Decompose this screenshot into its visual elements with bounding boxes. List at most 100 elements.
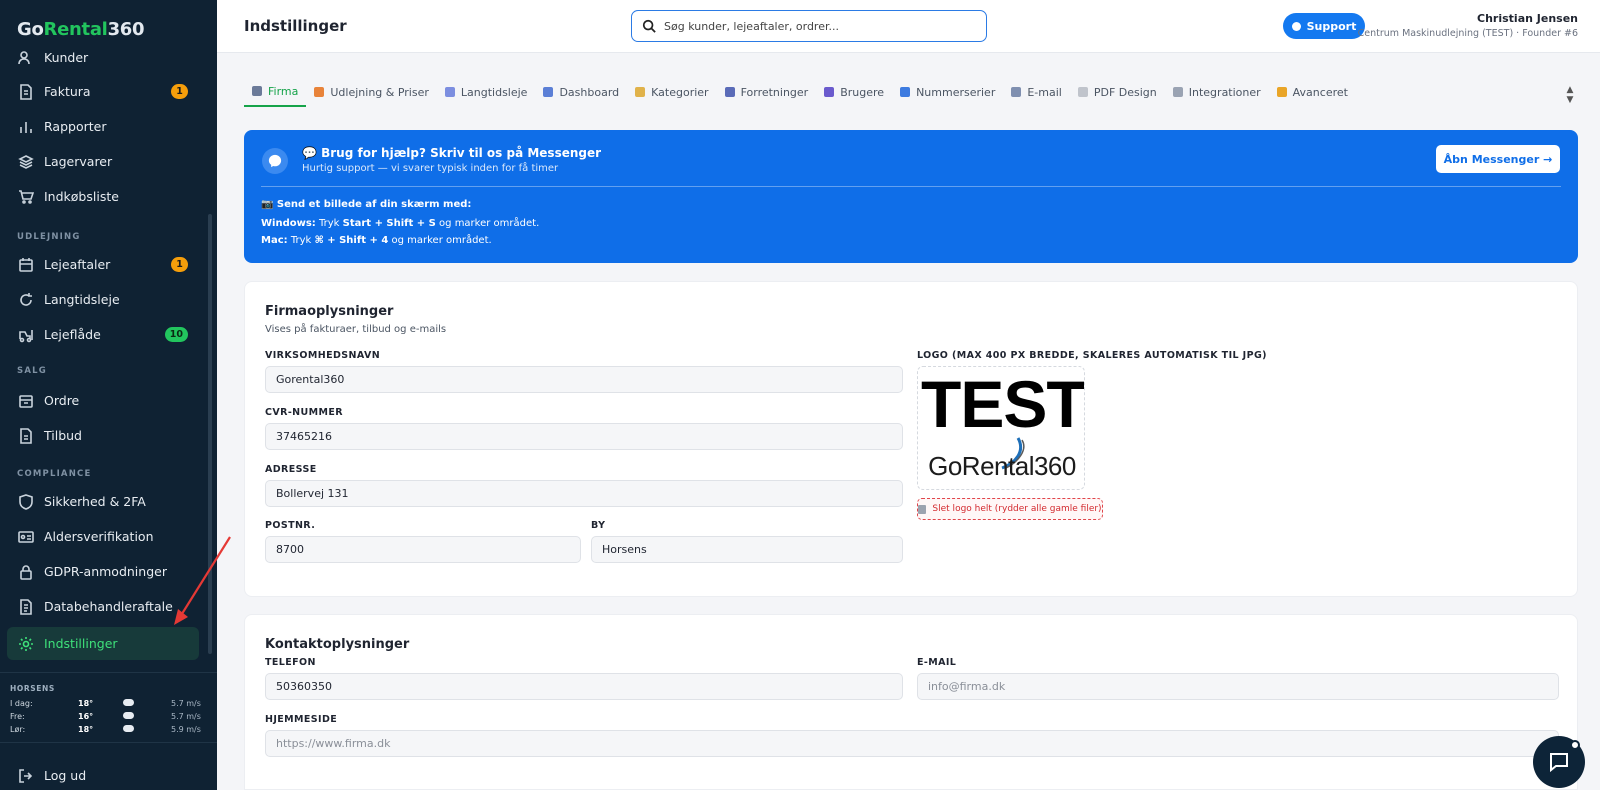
tab-label: E-mail [1027, 85, 1062, 99]
id-card-icon [18, 529, 34, 545]
address-field[interactable]: Bollervej 131 [265, 480, 903, 507]
sidebar-item-tilbud[interactable]: Tilbud [7, 419, 199, 452]
phone-field[interactable]: 50360350 [265, 673, 903, 700]
phone-label: TELEFON [265, 657, 316, 668]
section-udlejning: UDLEJNING [17, 232, 81, 242]
tab-label: Dashboard [559, 85, 620, 99]
sidebar-item-indstillinger[interactable]: Indstillinger [7, 627, 199, 660]
sidebar-item-label: Databehandleraftale [44, 599, 173, 614]
zip-field[interactable]: 8700 [265, 536, 581, 563]
website-label: HJEMMESIDE [265, 714, 338, 725]
sidebar-item-label: Lejeflåde [44, 327, 101, 342]
tag-icon [635, 87, 646, 97]
sidebar-item-rapporter[interactable]: Rapporter [7, 110, 199, 143]
sidebar-item-label: Sikkerhed & 2FA [44, 494, 146, 509]
sidebar-item-lagervarer[interactable]: Lagervarer [7, 145, 199, 178]
card-subtitle: Vises på fakturaer, tilbud og e-mails [265, 324, 447, 335]
weather-day: Fre: [10, 712, 25, 721]
sidebar-item-langtidsleje[interactable]: Langtidsleje [7, 283, 199, 316]
weather-day: Lør: [10, 725, 26, 734]
logo-test-text: TEST [921, 367, 1085, 441]
numbers-icon [900, 87, 911, 97]
tab-label: Udlejning & Priser [330, 85, 429, 99]
link-icon [1172, 87, 1183, 97]
mac-instruction: Mac: Tryk ⌘ + Shift + 4 og marker område… [261, 235, 492, 246]
support-button[interactable]: Support [1283, 13, 1365, 39]
tab-avanceret[interactable]: Avanceret [1269, 77, 1356, 107]
sidebar-item-label: GDPR-anmodninger [44, 564, 167, 579]
tab-firma[interactable]: Firma [244, 77, 307, 107]
sidebar-item-kunder[interactable]: Kunder [7, 41, 199, 74]
sidebar-item-indkobsliste[interactable]: Indkøbsliste [7, 180, 199, 213]
weather-wind: 5.7 m/s [171, 699, 201, 708]
delete-logo-button[interactable]: Slet logo helt (rydder alle gamle filer) [917, 498, 1103, 520]
weather-temp: 18° [78, 699, 94, 708]
users-icon [18, 50, 34, 66]
sidebar-item-label: Rapporter [44, 119, 107, 134]
card-title: Kontaktoplysninger [265, 637, 410, 652]
weather-row: Fre: 16° 5.7 m/s [10, 710, 206, 723]
count-badge: 1 [171, 84, 188, 99]
windows-instruction: Windows: Tryk Start + Shift + S og marke… [261, 218, 540, 229]
messenger-icon [1291, 21, 1301, 31]
open-messenger-button[interactable]: Åbn Messenger → [1436, 145, 1560, 173]
sidebar-item-label: Log ud [44, 768, 87, 783]
tab-label: Integrationer [1188, 85, 1261, 99]
company-name-label: VIRKSOMHEDSNAVN [265, 350, 381, 361]
screenshot-instructions-title: 📷 Send et billede af din skærm med: [261, 199, 472, 210]
section-compliance: COMPLIANCE [17, 469, 92, 479]
email-field[interactable]: info@firma.dk [917, 673, 1559, 700]
tabs-scroll-arrows[interactable]: ▲ ▼ [1564, 85, 1576, 107]
tab-udlejning-priser[interactable]: Udlejning & Priser [306, 77, 437, 107]
sidebar-item-lejeflade[interactable]: Lejeflåde 10 [7, 318, 199, 351]
tab-dashboard[interactable]: Dashboard [535, 77, 627, 107]
sidebar-item-lejeaftaler[interactable]: Lejeaftaler 1 [7, 248, 199, 281]
search-input[interactable]: Søg kunder, lejeaftaler, ordrer... [631, 10, 987, 42]
messenger-icon [262, 148, 288, 174]
city-field[interactable]: Horsens [591, 536, 903, 563]
calendar-icon [18, 257, 34, 273]
card-title: Firmaoplysninger [265, 304, 394, 319]
website-field[interactable]: https://www.firma.dk [265, 730, 1559, 757]
user-name[interactable]: Christian Jensen [1477, 12, 1578, 25]
tab-pdf-design[interactable]: PDF Design [1070, 77, 1165, 107]
email-label: E-MAIL [917, 657, 957, 668]
cvr-field[interactable]: 37465216 [265, 423, 903, 450]
building-icon [252, 86, 262, 96]
weather-widget: HORSENS I dag: 18° 5.7 m/s Fre: 16° 5.7 … [10, 684, 206, 736]
company-name-field[interactable]: Gorental360 [265, 366, 903, 393]
tab-kategorier[interactable]: Kategorier [627, 77, 716, 107]
sidebar-item-faktura[interactable]: Faktura 1 [7, 75, 199, 108]
chart-icon [543, 87, 554, 97]
brand-logo[interactable]: GoRental360 [17, 19, 145, 40]
sidebar-item-sikkerhed[interactable]: Sikkerhed & 2FA [7, 485, 199, 518]
tab-nummerserier[interactable]: Nummerserier [892, 77, 1003, 107]
tab-label: Avanceret [1292, 85, 1348, 99]
tab-brugere[interactable]: Brugere [816, 77, 892, 107]
tab-langtidsleje[interactable]: Langtidsleje [437, 77, 536, 107]
divider [0, 742, 217, 743]
chat-notification-dot [1570, 740, 1580, 750]
sidebar-item-label: Indkøbsliste [44, 189, 119, 204]
logout-icon [18, 768, 34, 784]
sidebar-item-label: Lejeaftaler [44, 257, 111, 272]
cloud-icon [123, 725, 134, 732]
envelope-icon [1011, 87, 1022, 97]
logout-button[interactable]: Log ud [7, 759, 199, 790]
weather-temp: 16° [78, 712, 94, 721]
logo-preview[interactable]: TEST GoRental360 [917, 366, 1085, 490]
sidebar-item-label: Indstillinger [44, 636, 118, 651]
messenger-banner: 💬 Brug for hjælp? Skriv til os på Messen… [244, 130, 1578, 263]
tab-forretninger[interactable]: Forretninger [717, 77, 817, 107]
tab-email[interactable]: E-mail [1003, 77, 1070, 107]
layers-icon [18, 154, 34, 170]
sidebar-item-ordre[interactable]: Ordre [7, 384, 199, 417]
city-label: BY [591, 520, 606, 531]
annotation-arrow [174, 536, 231, 625]
sidebar-item-label: Aldersverifikation [44, 529, 154, 544]
tab-integrationer[interactable]: Integrationer [1165, 77, 1269, 107]
cloud-icon [123, 712, 134, 719]
banner-title: 💬 Brug for hjælp? Skriv til os på Messen… [302, 146, 602, 160]
gear-icon [18, 636, 34, 652]
sidebar-item-label: Tilbud [44, 428, 82, 443]
